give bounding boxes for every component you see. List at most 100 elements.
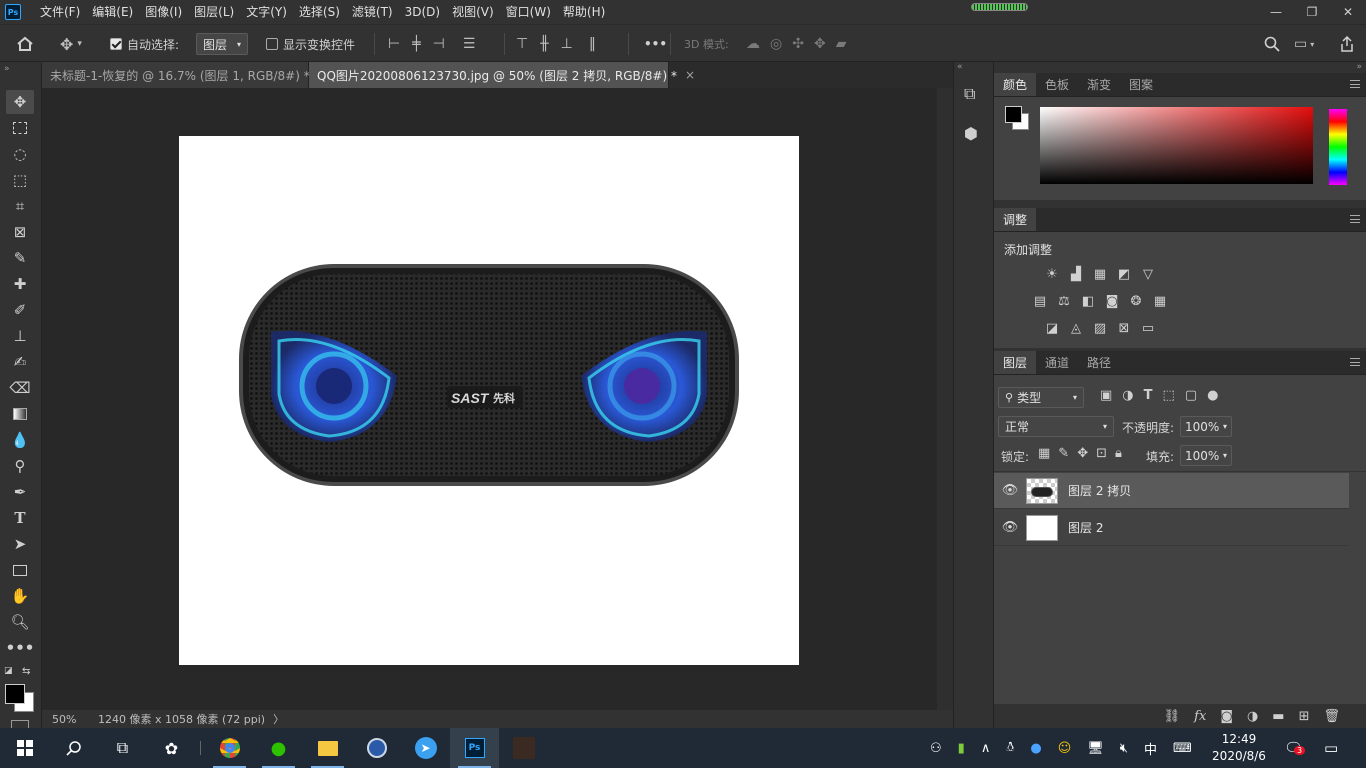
scale-3d-icon[interactable]: ▰ <box>836 36 847 52</box>
tab-gradients[interactable]: 渐变 <box>1078 73 1120 96</box>
clone-stamp-tool-icon[interactable]: ⊥ <box>6 324 34 348</box>
people-icon[interactable]: ⚇ <box>930 741 942 756</box>
tray-app-icon[interactable]: ● <box>1030 741 1041 756</box>
type-tool-icon[interactable]: T <box>6 506 34 530</box>
selective-color-icon[interactable]: ⊠ <box>1116 321 1132 336</box>
align-top-icon[interactable]: ⊤ <box>516 36 528 52</box>
collapse-toolbar-icon[interactable]: » <box>4 62 32 76</box>
layer-row[interactable]: 👁︎ 图层 2 <box>994 510 1349 546</box>
menu-help[interactable]: 帮助(H) <box>557 0 611 24</box>
color-field[interactable] <box>1040 107 1313 184</box>
network-icon[interactable]: 🖥︎ <box>1087 741 1104 756</box>
tab-color[interactable]: 颜色 <box>994 73 1037 96</box>
filter-pixel-icon[interactable]: ▣ <box>1100 388 1112 403</box>
menu-filter[interactable]: 滤镜(T) <box>346 0 399 24</box>
keyboard-icon[interactable]: ⌨ <box>1173 741 1192 756</box>
move-tool-icon[interactable]: ✥ <box>6 90 34 114</box>
tray-app-icon[interactable]: ☺ <box>1058 741 1072 756</box>
search-icon[interactable] <box>1264 25 1280 63</box>
gradient-tool-icon[interactable] <box>6 402 34 426</box>
gradient-map-icon[interactable]: ▭ <box>1140 321 1156 336</box>
threshold-icon[interactable]: ▨ <box>1092 321 1108 336</box>
home-icon[interactable] <box>16 25 34 63</box>
workspace-icon[interactable]: ▭ ▾ <box>1294 25 1314 63</box>
delete-layer-icon[interactable]: 🗑︎ <box>1323 709 1340 724</box>
visibility-eye-icon[interactable]: 👁︎ <box>994 483 1026 498</box>
align-hcenter-icon[interactable]: ╪ <box>412 36 420 52</box>
align-right-icon[interactable]: ⊣ <box>433 36 445 52</box>
layer-row[interactable]: 👁︎ 图层 2 拷贝 <box>994 473 1349 509</box>
show-transform-checkbox[interactable] <box>266 38 278 50</box>
fill-field[interactable]: 100% ▾ <box>1180 445 1232 466</box>
object-select-tool-icon[interactable]: ⬚ <box>6 168 34 192</box>
document-canvas[interactable]: SAST 先科 <box>179 136 799 665</box>
panel-menu-icon[interactable] <box>1350 215 1360 223</box>
hue-slider[interactable] <box>1329 109 1347 185</box>
eraser-tool-icon[interactable]: ⌫ <box>6 376 34 400</box>
cinema4d-icon[interactable] <box>352 728 401 768</box>
tab-layers[interactable]: 图层 <box>994 351 1037 374</box>
filter-adjustment-icon[interactable]: ◑ <box>1122 388 1133 403</box>
link-layers-icon[interactable]: ⛓ <box>1164 709 1181 724</box>
new-adjustment-layer-icon[interactable]: ◑ <box>1247 709 1258 724</box>
share-icon[interactable] <box>1340 25 1354 63</box>
chrome-icon[interactable] <box>205 728 254 768</box>
action-center-icon[interactable]: ▭ <box>1324 728 1338 768</box>
levels-icon[interactable]: ▟ <box>1068 267 1084 282</box>
close-tab-icon[interactable]: × <box>685 68 695 82</box>
zoom-tool-icon[interactable]: 🔍︎ <box>6 610 34 634</box>
menu-image[interactable]: 图像(I) <box>139 0 188 24</box>
lock-image-icon[interactable]: ✎ <box>1058 446 1069 461</box>
marquee-tool-icon[interactable] <box>6 116 34 140</box>
filter-type-icon[interactable]: T <box>1144 388 1153 403</box>
battery-app-icon[interactable]: ▮ <box>958 741 965 756</box>
fg-color-swatch[interactable] <box>1005 106 1022 123</box>
menu-window[interactable]: 窗口(W) <box>500 0 557 24</box>
tab-patterns[interactable]: 图案 <box>1120 73 1162 96</box>
color-lookup-icon[interactable]: ▦ <box>1152 294 1168 309</box>
history-panel-icon[interactable]: ⧉ <box>964 84 975 104</box>
tab-untitled-1[interactable]: 未标题-1-恢复的 @ 16.7% (图层 1, RGB/8#) * × <box>42 62 328 88</box>
hue-saturation-icon[interactable]: ▤ <box>1032 294 1048 309</box>
photoshop-logo-icon[interactable]: Ps <box>5 4 21 20</box>
auto-select-target-dropdown[interactable]: 图层 ▾ <box>196 33 248 55</box>
align-vcenter-icon[interactable]: ╫ <box>540 36 548 52</box>
posterize-icon[interactable]: ◬ <box>1068 321 1084 336</box>
slide-3d-icon[interactable]: ✥ <box>814 36 826 52</box>
restore-button[interactable]: ❐ <box>1294 0 1330 24</box>
align-bottom-icon[interactable]: ⊥ <box>561 36 573 52</box>
path-selection-tool-icon[interactable]: ➤ <box>6 532 34 556</box>
menu-type[interactable]: 文字(Y) <box>240 0 293 24</box>
panel-menu-icon[interactable] <box>1350 80 1360 88</box>
3d-panel-icon[interactable]: ⬢ <box>964 124 978 143</box>
foreground-color-swatch[interactable] <box>5 684 25 704</box>
collapse-dock-icon[interactable]: « <box>957 62 963 72</box>
distribute-vertical-icon[interactable]: ‖ <box>589 36 596 52</box>
roll-3d-icon[interactable]: ◎ <box>770 36 782 52</box>
tab-swatches[interactable]: 色板 <box>1036 73 1078 96</box>
feishu-icon[interactable]: ➤ <box>401 728 450 768</box>
pinwheel-app-icon[interactable]: ✿ <box>147 728 196 768</box>
blend-mode-dropdown[interactable]: 正常 ▾ <box>998 416 1114 437</box>
brush-tool-icon[interactable]: ✐ <box>6 298 34 322</box>
layer-style-icon[interactable]: fx <box>1194 709 1206 724</box>
blur-tool-icon[interactable]: 💧 <box>6 428 34 452</box>
more-options-button[interactable]: ••• <box>644 25 667 63</box>
quick-mask-icon[interactable] <box>11 720 29 728</box>
orbit-3d-icon[interactable]: ☁ <box>746 36 760 52</box>
move-tool-preset-icon[interactable]: ✥ ▾ <box>60 25 82 63</box>
photo-filter-icon[interactable]: ◙ <box>1104 294 1120 309</box>
history-brush-tool-icon[interactable]: ✍ <box>6 350 34 374</box>
tab-qq-image[interactable]: QQ图片20200806123730.jpg @ 50% (图层 2 拷贝, R… <box>309 62 695 88</box>
menu-select[interactable]: 选择(S) <box>293 0 346 24</box>
notifications-icon[interactable]: 🗨︎ 3 <box>1284 728 1306 768</box>
lock-transparent-icon[interactable]: ▦ <box>1038 446 1050 461</box>
rectangle-tool-icon[interactable] <box>6 558 34 582</box>
wechat-icon[interactable]: ● <box>254 728 303 768</box>
tab-channels[interactable]: 通道 <box>1036 351 1078 374</box>
crop-tool-icon[interactable]: ⌗ <box>6 194 34 218</box>
filter-smart-object-icon[interactable]: ▢ <box>1185 388 1197 403</box>
hand-tool-icon[interactable]: ✋ <box>6 584 34 608</box>
show-hidden-icons-icon[interactable]: ∧ <box>981 741 991 756</box>
lock-all-icon[interactable]: 🔒︎ <box>1115 446 1122 461</box>
